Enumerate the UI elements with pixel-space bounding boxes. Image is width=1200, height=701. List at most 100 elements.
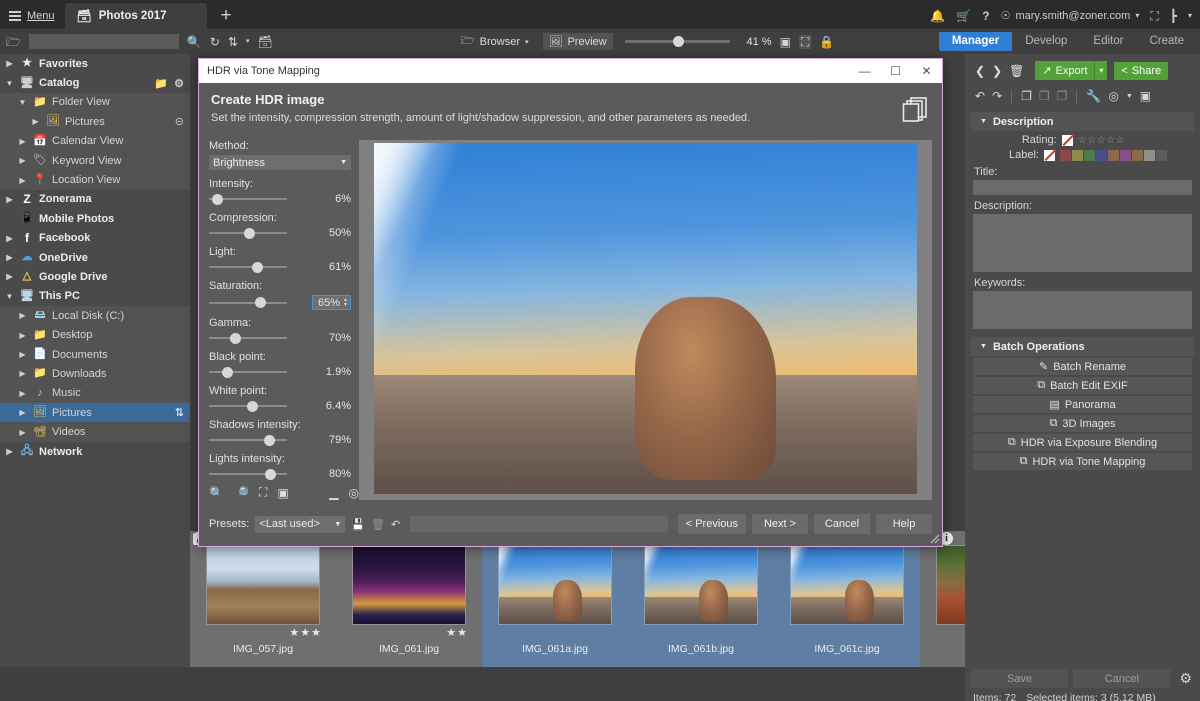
label-color-swatch[interactable]: [1156, 150, 1167, 161]
compare-icon[interactable]: ◎: [349, 486, 359, 500]
dialog-minimize-button[interactable]: —: [849, 59, 880, 83]
save-button[interactable]: Save: [971, 669, 1068, 688]
reset-icon[interactable]: ↶: [391, 518, 400, 531]
batch-button-hdr-via-tone-mapping[interactable]: ⧉HDR via Tone Mapping: [973, 453, 1192, 470]
param-value-saturation[interactable]: 65%▲▼: [312, 295, 351, 310]
search-input[interactable]: [29, 34, 179, 49]
copy-icon[interactable]: ❐: [1021, 89, 1032, 103]
slider-knob-gamma[interactable]: [230, 333, 241, 344]
chevron-right-icon[interactable]: [4, 234, 15, 243]
slider-knob-black-point[interactable]: [222, 367, 233, 378]
chevron-right-icon[interactable]: [17, 156, 28, 165]
chevron-right-icon[interactable]: [17, 137, 28, 146]
dialog-maximize-button[interactable]: ☐: [880, 59, 911, 83]
batch-button-hdr-via-exposure-blending[interactable]: ⧉HDR via Exposure Blending: [973, 434, 1192, 451]
chevron-right-icon[interactable]: [4, 253, 15, 262]
rating-stars[interactable]: ☆☆☆☆☆: [1078, 135, 1125, 146]
filmstrip-thumb[interactable]: IMG_061a.jpg: [482, 531, 628, 667]
label-color-swatch[interactable]: [1072, 150, 1083, 161]
delete-icon[interactable]: 🗑: [1009, 65, 1024, 77]
sidebar-item-videos[interactable]: 📽Videos: [0, 422, 190, 441]
cancel-button[interactable]: Cancel: [1073, 669, 1170, 688]
fit-all-icon[interactable]: ⛶: [259, 485, 267, 500]
preview-canvas[interactable]: [359, 140, 932, 500]
keywords-field[interactable]: [973, 291, 1192, 329]
fit-all-icon[interactable]: ⛶: [799, 35, 811, 49]
zoom-out-icon[interactable]: 🔎: [234, 486, 249, 500]
slider-knob-shadows-intensity[interactable]: [264, 435, 275, 446]
quick-edit-icon[interactable]: 🔧: [1086, 89, 1101, 103]
export-button[interactable]: ↗ Export: [1035, 61, 1094, 80]
updown-icon[interactable]: ⇅: [175, 406, 184, 419]
chevron-right-icon[interactable]: [17, 331, 28, 340]
title-field[interactable]: [973, 180, 1192, 195]
sidebar-item-pictures[interactable]: 🖼Pictures⇅: [0, 403, 190, 422]
label-color-swatch[interactable]: [1132, 150, 1143, 161]
chevron-down-icon[interactable]: ▾: [1188, 11, 1192, 20]
chevron-down-icon[interactable]: ▾: [246, 38, 250, 45]
chevron-right-icon[interactable]: [17, 311, 28, 320]
search-icon[interactable]: 🔍: [187, 36, 202, 48]
slider-knob-intensity[interactable]: [212, 194, 223, 205]
sidebar-item-mobile-photos[interactable]: 📱Mobile Photos: [0, 209, 190, 228]
rotate-right-icon[interactable]: ↷: [992, 89, 1002, 103]
presets-select[interactable]: <Last used> ▼: [255, 516, 345, 533]
slider-track-intensity[interactable]: [209, 198, 287, 200]
sidebar-item-location-view[interactable]: 📍Location View: [0, 170, 190, 189]
color-icon[interactable]: ◎: [1108, 89, 1118, 103]
chevron-down-icon[interactable]: [4, 79, 15, 88]
label-color-swatch[interactable]: [1108, 150, 1119, 161]
slider-track-gamma[interactable]: [209, 337, 287, 339]
sidebar-item-favorites[interactable]: ★Favorites: [0, 54, 190, 73]
account-menu[interactable]: ☉ mary.smith@zoner.com ▾: [1001, 9, 1140, 22]
next-icon[interactable]: ❯: [992, 65, 1002, 77]
description-section-header[interactable]: ▼ Description: [971, 112, 1194, 131]
chevron-right-icon[interactable]: [4, 447, 15, 456]
save-preset-icon[interactable]: 💾: [351, 518, 365, 531]
thumbnail-rating[interactable]: ★★: [446, 626, 468, 639]
zoom-slider[interactable]: [625, 40, 730, 43]
batch-section-header[interactable]: ▼ Batch Operations: [971, 337, 1194, 356]
label-clear-icon[interactable]: [1044, 150, 1055, 161]
sidebar-item-facebook[interactable]: fFacebook: [0, 229, 190, 248]
chevron-right-icon[interactable]: [4, 195, 15, 204]
sidebar-item-downloads[interactable]: 📁Downloads: [0, 364, 190, 383]
sidebar-item-this-pc[interactable]: 🖥This PC: [0, 287, 190, 306]
slider-knob-light[interactable]: [252, 262, 263, 273]
add-folder-icon[interactable]: 📁: [154, 77, 168, 90]
tab-manager[interactable]: Manager: [939, 32, 1012, 51]
sidebar-item-onedrive[interactable]: ☁OneDrive: [0, 248, 190, 267]
chevron-right-icon[interactable]: [17, 350, 28, 359]
bell-icon[interactable]: 🔔: [930, 10, 945, 22]
sidebar-item-folder-view[interactable]: 📁Folder View: [0, 93, 190, 112]
sidebar-item-zonerama[interactable]: ZZonerama: [0, 190, 190, 209]
slider-track-white-point[interactable]: [209, 405, 287, 407]
tab-create[interactable]: Create: [1136, 32, 1200, 51]
previous-button[interactable]: < Previous: [678, 514, 746, 534]
zoom-in-icon[interactable]: 🔍: [209, 486, 224, 500]
new-folder-icon[interactable]: 🗃: [257, 36, 272, 48]
label-color-swatch[interactable]: [1144, 150, 1155, 161]
method-select[interactable]: Brightness ▼: [209, 155, 351, 170]
chevron-right-icon[interactable]: [17, 176, 28, 185]
sidebar-item-documents[interactable]: 📄Documents: [0, 345, 190, 364]
next-button[interactable]: Next >: [752, 514, 808, 534]
batch-button-batch-edit-exif[interactable]: ⧉Batch Edit EXIF: [973, 377, 1192, 394]
slider-knob-saturation[interactable]: [255, 297, 266, 308]
dialog-resize-grip[interactable]: [930, 534, 940, 544]
sidebar-item-catalog[interactable]: 🖥Catalog📁⚙: [0, 73, 190, 92]
slider-track-black-point[interactable]: [209, 371, 287, 373]
slider-knob-white-point[interactable]: [247, 401, 258, 412]
up-folder-icon[interactable]: 🗁: [6, 36, 21, 48]
chevron-down-icon[interactable]: ▼: [1126, 93, 1133, 100]
slider-track-light[interactable]: [209, 266, 287, 268]
sort-icon[interactable]: ⇅: [228, 36, 238, 48]
chevron-right-icon[interactable]: [17, 428, 28, 437]
sidebar-item-calendar-view[interactable]: 📅Calendar View: [0, 132, 190, 151]
sidebar-item-desktop[interactable]: 📁Desktop: [0, 325, 190, 344]
histogram-icon[interactable]: ▁: [329, 486, 338, 500]
zoom-slider-knob[interactable]: [673, 36, 684, 47]
tab-photos-2017[interactable]: 🗃 Photos 2017: [65, 3, 207, 29]
fit-width-icon[interactable]: ▣: [277, 486, 288, 500]
gear-icon[interactable]: ⚙: [1175, 670, 1196, 687]
